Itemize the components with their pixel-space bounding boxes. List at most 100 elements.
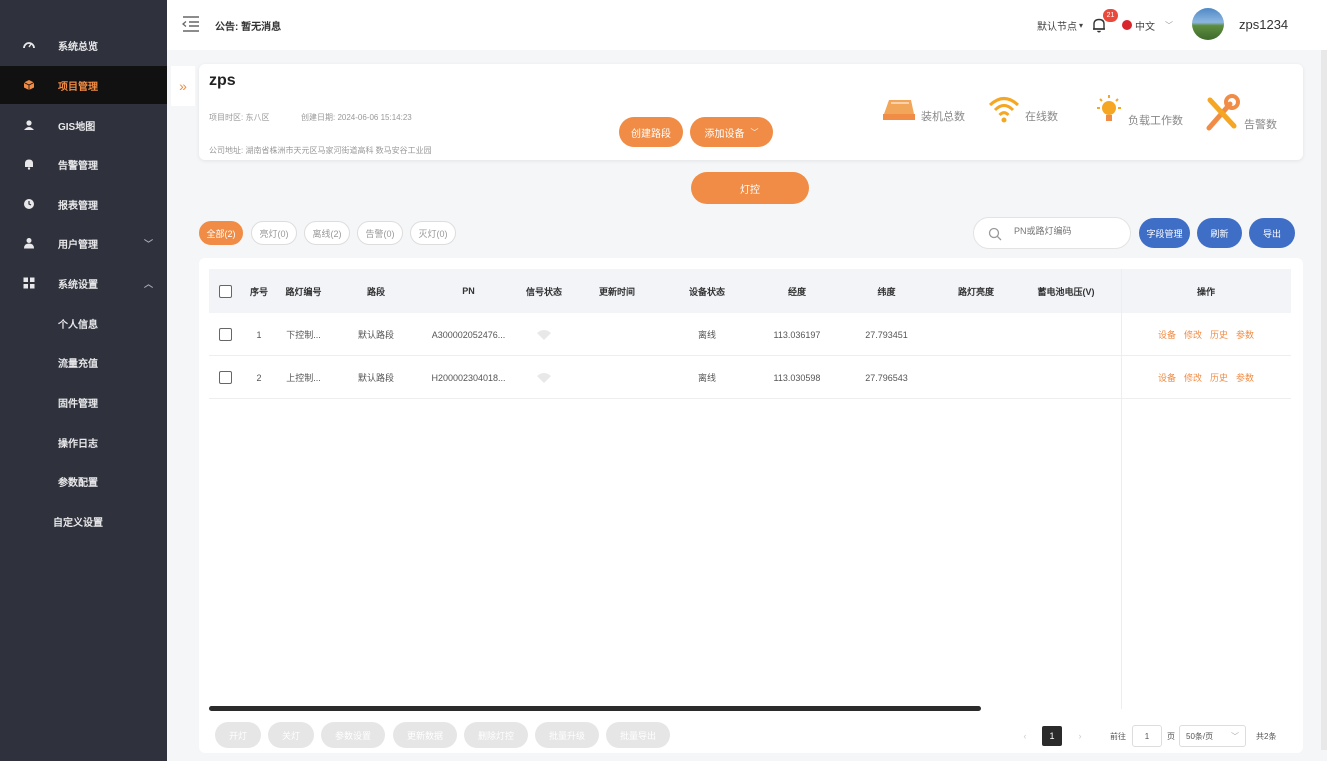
submenu-item-label: 参数配置	[58, 477, 98, 489]
params-link[interactable]: 参数	[1236, 328, 1254, 341]
cell-updated	[572, 356, 662, 399]
submenu-item-oplog[interactable]: 操作日志	[0, 424, 167, 460]
batch-export-button[interactable]: 批量导出	[606, 722, 670, 748]
expand-panel-icon[interactable]: »	[171, 66, 195, 106]
node-select[interactable]: 默认节点 ▾	[1037, 0, 1083, 50]
filter-light-off[interactable]: 灭灯(0)	[410, 221, 456, 245]
cell-ops: 设备 修改 历史 参数	[1121, 313, 1291, 356]
avatar[interactable]	[1192, 8, 1224, 40]
device-link[interactable]: 设备	[1158, 371, 1176, 384]
sidebar-item-project[interactable]: 项目管理	[0, 66, 167, 104]
select-all-checkbox[interactable]	[219, 284, 232, 298]
device-link[interactable]: 设备	[1158, 328, 1176, 341]
light-off-button[interactable]: 关灯	[268, 722, 314, 748]
submenu-item-label: 操作日志	[58, 438, 98, 450]
submenu-item-custom[interactable]: 自定义设置	[0, 503, 167, 539]
delete-control-button[interactable]: 删除灯控	[464, 722, 528, 748]
update-data-button[interactable]: 更新数据	[393, 722, 457, 748]
sidebar-item-users[interactable]: 用户管理 ﹀	[0, 224, 167, 262]
param-settings-button[interactable]: 参数设置	[321, 722, 385, 748]
next-page-button[interactable]: ›	[1070, 726, 1090, 746]
row-checkbox[interactable]	[219, 328, 232, 341]
create-road-button[interactable]: 创建路段	[619, 117, 683, 147]
project-name: zps	[209, 72, 236, 89]
col-header-no: 序号	[249, 286, 268, 297]
add-device-label: 添加设备	[704, 128, 745, 140]
col-header-pn: PN	[462, 286, 475, 296]
submenu-item-firmware[interactable]: 固件管理	[0, 384, 167, 420]
submenu-item-recharge[interactable]: 流量充值	[0, 344, 167, 380]
params-link[interactable]: 参数	[1236, 371, 1254, 384]
history-link[interactable]: 历史	[1210, 371, 1228, 384]
sidebar-item-gis[interactable]: GIS地图	[0, 106, 167, 144]
stat-load-working-label: 负载工作数	[1128, 115, 1183, 127]
table-row[interactable]: 2 上控制... 默认路段 H200002304018... 离线 113.03…	[209, 356, 1291, 399]
export-button[interactable]: 导出	[1249, 218, 1295, 248]
submenu-item-label: 自定义设置	[53, 517, 103, 529]
page-size-select[interactable]: 50条/页 ﹀	[1179, 725, 1246, 747]
search-icon	[988, 227, 1002, 241]
sidebar-item-report[interactable]: 报表管理	[0, 185, 167, 223]
cell-signal	[516, 313, 572, 356]
refresh-button[interactable]: 刷新	[1197, 218, 1242, 248]
language-select[interactable]: 中文 ﹀	[1122, 0, 1173, 50]
search-input[interactable]	[1014, 226, 1124, 236]
stat-alarm-label: 告警数	[1244, 119, 1277, 131]
sidebar-item-settings[interactable]: 系统设置 ︿	[0, 264, 167, 302]
edit-link[interactable]: 修改	[1184, 328, 1202, 341]
batch-upgrade-button[interactable]: 批量升级	[535, 722, 599, 748]
cell-lng: 113.036197	[773, 329, 821, 340]
cell-code: 上控制...	[286, 373, 321, 383]
top-bar: 公告: 暂无消息 默认节点 ▾ 21 中文 ﹀ zps1234	[167, 0, 1327, 50]
col-header-voltage: 蓄电池电压(V)	[1037, 286, 1095, 297]
prev-page-button[interactable]: ‹	[1015, 726, 1035, 746]
user-icon	[22, 236, 36, 250]
sidebar-item-alarm[interactable]: 告警管理	[0, 145, 167, 183]
cell-ops: 设备 修改 历史 参数	[1121, 356, 1291, 399]
current-page[interactable]: 1	[1042, 726, 1062, 746]
page-scrollbar[interactable]	[1321, 50, 1327, 750]
cell-code: 下控制...	[286, 330, 321, 340]
cell-status: 离线	[697, 330, 716, 340]
row-select-cell	[209, 313, 242, 356]
col-header-ops: 操作	[1196, 286, 1215, 297]
username[interactable]: zps1234	[1239, 17, 1288, 32]
device-table: 序号 路灯编号 路段 PN 信号状态 更新时间 设备状态 经度 纬度 路灯亮度 …	[199, 258, 1303, 753]
project-created: 创建日期: 2024-06-06 15:14:23	[301, 113, 412, 122]
project-region: 项目时区: 东八区	[209, 113, 270, 122]
add-device-button[interactable]: 添加设备 ﹀	[690, 117, 773, 147]
row-checkbox[interactable]	[219, 371, 232, 384]
project-card: zps 项目时区: 东八区 创建日期: 2024-06-06 15:14:23 …	[199, 64, 1303, 160]
light-on-button[interactable]: 开灯	[215, 722, 261, 748]
sidebar-item-label: 用户管理	[58, 239, 98, 251]
submenu-item-profile[interactable]: 个人信息	[0, 305, 167, 341]
col-header-signal: 信号状态	[525, 286, 562, 297]
filter-all[interactable]: 全部(2)	[199, 221, 243, 245]
filter-offline[interactable]: 离线(2)	[304, 221, 350, 245]
notice-text: 公告: 暂无消息	[215, 22, 282, 33]
filter-alarm[interactable]: 告警(0)	[357, 221, 403, 245]
edit-link[interactable]: 修改	[1184, 371, 1202, 384]
history-link[interactable]: 历史	[1210, 328, 1228, 341]
chevron-down-icon: ﹀	[1165, 20, 1173, 30]
notification-button[interactable]	[1091, 0, 1111, 50]
cell-no: 2	[256, 372, 262, 383]
sidebar-item-label: GIS地图	[58, 121, 96, 133]
col-header-lat: 纬度	[877, 286, 896, 297]
submenu-item-params[interactable]: 参数配置	[0, 463, 167, 499]
light-control-button[interactable]: 灯控	[691, 172, 809, 204]
cell-lat: 27.796543	[865, 372, 908, 383]
cell-brightness	[931, 313, 1021, 356]
field-manage-button[interactable]: 字段管理	[1139, 218, 1190, 248]
filter-light-on[interactable]: 亮灯(0)	[251, 221, 297, 245]
stat-alarm: 告警数	[1204, 94, 1277, 132]
sidebar: 系统总览 项目管理 GIS地图 告警管理 报表管理 用户管理 ﹀ 系统设置 ︿ …	[0, 0, 167, 761]
submenu-item-label: 固件管理	[58, 398, 98, 410]
sidebar-item-overview[interactable]: 系统总览	[0, 26, 167, 64]
table-row[interactable]: 1 下控制... 默认路段 A300002052476... 离线 113.03…	[209, 313, 1291, 356]
horizontal-scrollbar[interactable]	[209, 706, 981, 711]
cube-icon	[22, 78, 36, 92]
cell-pn: H200002304018...	[431, 372, 506, 383]
goto-page-input[interactable]: 1	[1132, 725, 1162, 747]
menu-collapse-icon[interactable]	[181, 15, 201, 33]
